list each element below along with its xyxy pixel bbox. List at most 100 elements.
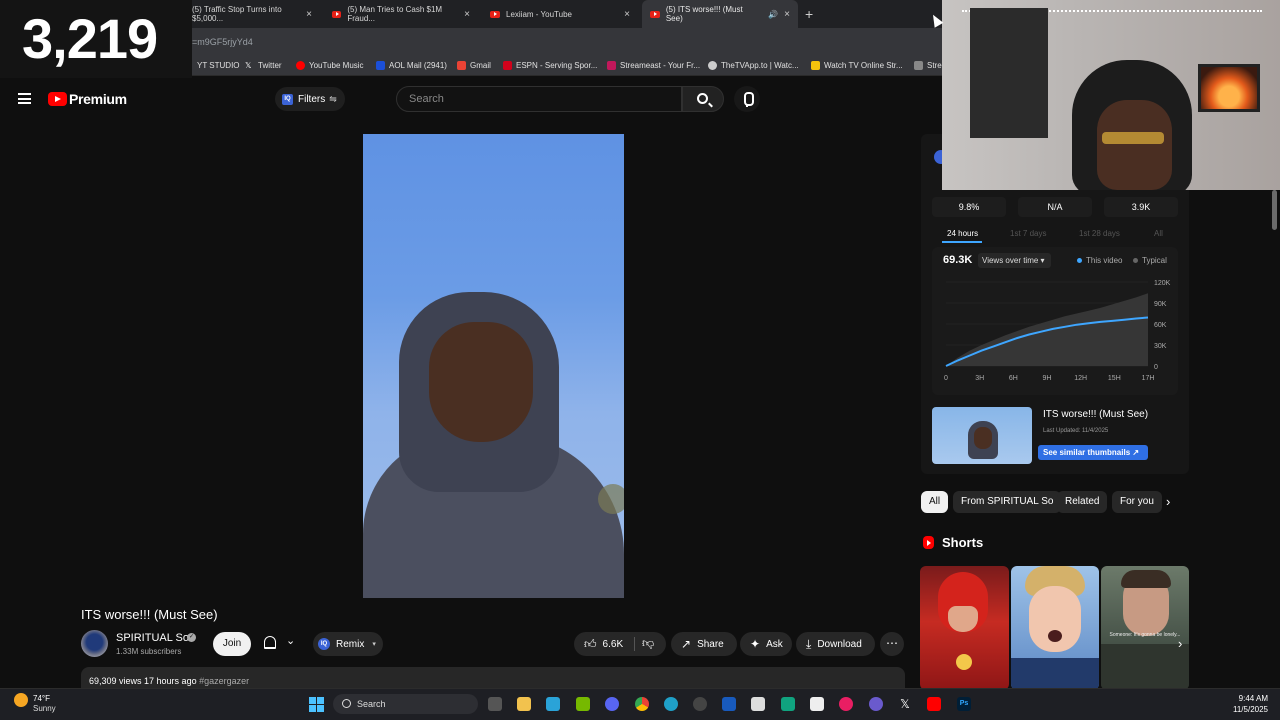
weather-sun-icon[interactable] bbox=[14, 693, 28, 707]
file-explorer-icon[interactable] bbox=[517, 697, 531, 711]
close-icon[interactable]: × bbox=[306, 9, 312, 20]
photoshop-icon[interactable]: Ps bbox=[957, 697, 971, 711]
hashtag-link[interactable]: #gazergazer bbox=[199, 676, 249, 686]
tab-title: Lexiiam - YouTube bbox=[506, 9, 572, 19]
remix-button[interactable]: IQ Remix ▾ bbox=[313, 632, 383, 656]
more-actions-icon[interactable]: ⋯ bbox=[880, 632, 904, 656]
views-chart: 120K 90K 60K 30K 0 0 3H 6H 9H 12H 15H 17H bbox=[944, 280, 1171, 382]
clock-time[interactable]: 9:44 AM bbox=[1226, 694, 1268, 703]
close-icon[interactable]: × bbox=[464, 9, 470, 20]
share-label: Share bbox=[697, 638, 724, 650]
bookmark-twitter[interactable]: 𝕏 Twitter bbox=[245, 61, 282, 70]
obs-icon[interactable] bbox=[693, 697, 707, 711]
chrome-icon[interactable] bbox=[635, 697, 649, 711]
tab-first-7-days[interactable]: 1st 7 days bbox=[1010, 229, 1046, 238]
bookmark-thetvapp[interactable]: TheTVApp.to | Watc... bbox=[708, 61, 799, 70]
video-title: ITS worse!!! (Must See) bbox=[81, 607, 218, 622]
app-icon[interactable] bbox=[869, 697, 883, 711]
youtube-favicon-icon bbox=[332, 10, 342, 18]
ask-button[interactable]: ✦ Ask bbox=[740, 632, 792, 656]
chip-from-channel[interactable]: From SPIRITUAL So bbox=[953, 491, 1062, 513]
media-player-icon[interactable] bbox=[839, 697, 853, 711]
browser-tab[interactable]: Lexiiam - YouTube × bbox=[482, 0, 638, 28]
edge-icon[interactable] bbox=[664, 697, 678, 711]
search-button[interactable] bbox=[682, 86, 724, 112]
url-field[interactable]: =m9GF5rjyYd4 bbox=[192, 37, 253, 47]
bookmark-streameast[interactable]: Streameast - Your Fr... bbox=[607, 61, 700, 70]
streamer-glasses bbox=[1102, 132, 1164, 144]
browser-tab[interactable]: (5) Traffic Stop Turns into $5,000... × bbox=[184, 0, 320, 28]
tab-all[interactable]: All bbox=[1154, 229, 1163, 238]
chevron-right-icon[interactable]: › bbox=[1178, 636, 1182, 651]
search-input[interactable]: Search bbox=[396, 86, 682, 112]
short-chin bbox=[948, 606, 978, 632]
youtube-app-icon[interactable] bbox=[927, 697, 941, 711]
short-thumbnail[interactable] bbox=[920, 566, 1009, 690]
roblox-icon[interactable] bbox=[810, 697, 824, 711]
tab-24-hours[interactable]: 24 hours bbox=[947, 229, 978, 238]
clock-date[interactable]: 11/5/2025 bbox=[1220, 705, 1268, 714]
video-player[interactable] bbox=[363, 134, 624, 598]
new-tab-button[interactable]: + bbox=[805, 6, 813, 22]
speaker-icon[interactable]: 🔊 bbox=[768, 10, 778, 19]
x-app-icon[interactable]: 𝕏 bbox=[898, 697, 912, 711]
windows-start-icon[interactable] bbox=[309, 697, 324, 712]
bookmark-stre[interactable]: Stre bbox=[914, 61, 942, 70]
webcam-overlay bbox=[942, 0, 1280, 190]
voice-search-icon[interactable] bbox=[734, 86, 760, 112]
chevron-down-icon[interactable]: ⌄ bbox=[286, 634, 295, 647]
gmail-icon bbox=[457, 61, 466, 70]
brand-label[interactable]: Premium bbox=[69, 91, 127, 107]
x-tick-label: 0 bbox=[944, 375, 948, 382]
y-tick-label: 30K bbox=[1154, 343, 1167, 350]
similar-thumbnails-button[interactable]: See similar thumbnails ↗ bbox=[1038, 445, 1148, 460]
notepad-icon[interactable] bbox=[546, 697, 560, 711]
browser-tab[interactable]: (5) Man Tries to Cash $1M Fraud... × bbox=[324, 0, 478, 28]
tab-title: (5) ITS worse!!! (Must See) bbox=[665, 5, 743, 23]
channel-name[interactable]: SPIRITUAL So bbox=[116, 632, 189, 644]
chatgpt-icon[interactable] bbox=[781, 697, 795, 711]
scrollbar[interactable] bbox=[1272, 190, 1277, 230]
channel-avatar[interactable] bbox=[81, 630, 108, 657]
task-view-icon[interactable] bbox=[488, 697, 502, 711]
chip-related[interactable]: Related bbox=[1057, 491, 1108, 513]
bookmark-yt-studio[interactable]: YT STUDIO bbox=[197, 61, 240, 70]
nvidia-icon[interactable] bbox=[576, 697, 590, 711]
active-tab-underline bbox=[942, 241, 982, 243]
chip-for-you[interactable]: For you bbox=[1112, 491, 1162, 513]
short-thumbnail[interactable]: Someone: It's gonna be lonely... bbox=[1101, 566, 1189, 690]
filters-button[interactable]: IQ Filters ⇋ bbox=[275, 87, 345, 111]
weather-description[interactable]: Sunny bbox=[33, 704, 56, 713]
thumbs-down-icon[interactable]: 👎︎ bbox=[642, 636, 654, 651]
close-icon[interactable]: × bbox=[784, 9, 790, 20]
download-button[interactable]: ⤓ Download bbox=[796, 632, 875, 656]
download-label: Download bbox=[817, 638, 862, 650]
menu-icon[interactable] bbox=[18, 93, 31, 104]
close-icon[interactable]: × bbox=[624, 9, 630, 20]
bookmark-youtube-music[interactable]: YouTube Music bbox=[296, 61, 364, 70]
browser-tab-active[interactable]: (5) ITS worse!!! (Must See) 🔊 × bbox=[642, 0, 798, 28]
word-icon[interactable] bbox=[722, 697, 736, 711]
share-button[interactable]: ↗ Share bbox=[671, 632, 737, 656]
video-thumbnail[interactable] bbox=[932, 407, 1032, 464]
taskbar-search[interactable]: Search bbox=[333, 694, 478, 714]
chip-all[interactable]: All bbox=[921, 491, 949, 513]
metric-dropdown[interactable]: Views over time ▾ bbox=[978, 253, 1051, 268]
bookmark-espn[interactable]: ESPN - Serving Spor... bbox=[503, 61, 597, 70]
weather-temp[interactable]: 74°F bbox=[33, 694, 50, 703]
tab-first-28-days[interactable]: 1st 28 days bbox=[1079, 229, 1120, 238]
like-button[interactable]: 👍︎ 6.6K 👎︎ bbox=[574, 632, 666, 656]
y-tick-label: 90K bbox=[1154, 301, 1167, 308]
bookmark-watch-tv[interactable]: Watch TV Online Str... bbox=[811, 61, 903, 70]
bell-icon[interactable] bbox=[264, 636, 276, 649]
youtube-logo-icon[interactable] bbox=[48, 92, 67, 106]
short-thumbnail[interactable] bbox=[1011, 566, 1099, 690]
bookmark-gmail[interactable]: Gmail bbox=[457, 61, 491, 70]
search-icon bbox=[697, 93, 708, 104]
discord-icon[interactable] bbox=[605, 697, 619, 711]
bookmark-aol-mail[interactable]: AOL Mail (2941) bbox=[376, 61, 447, 70]
current-views: 69.3K bbox=[943, 254, 973, 266]
capcut-icon[interactable] bbox=[751, 697, 765, 711]
chevron-right-icon[interactable]: › bbox=[1166, 494, 1170, 509]
join-button[interactable]: Join bbox=[213, 632, 251, 656]
